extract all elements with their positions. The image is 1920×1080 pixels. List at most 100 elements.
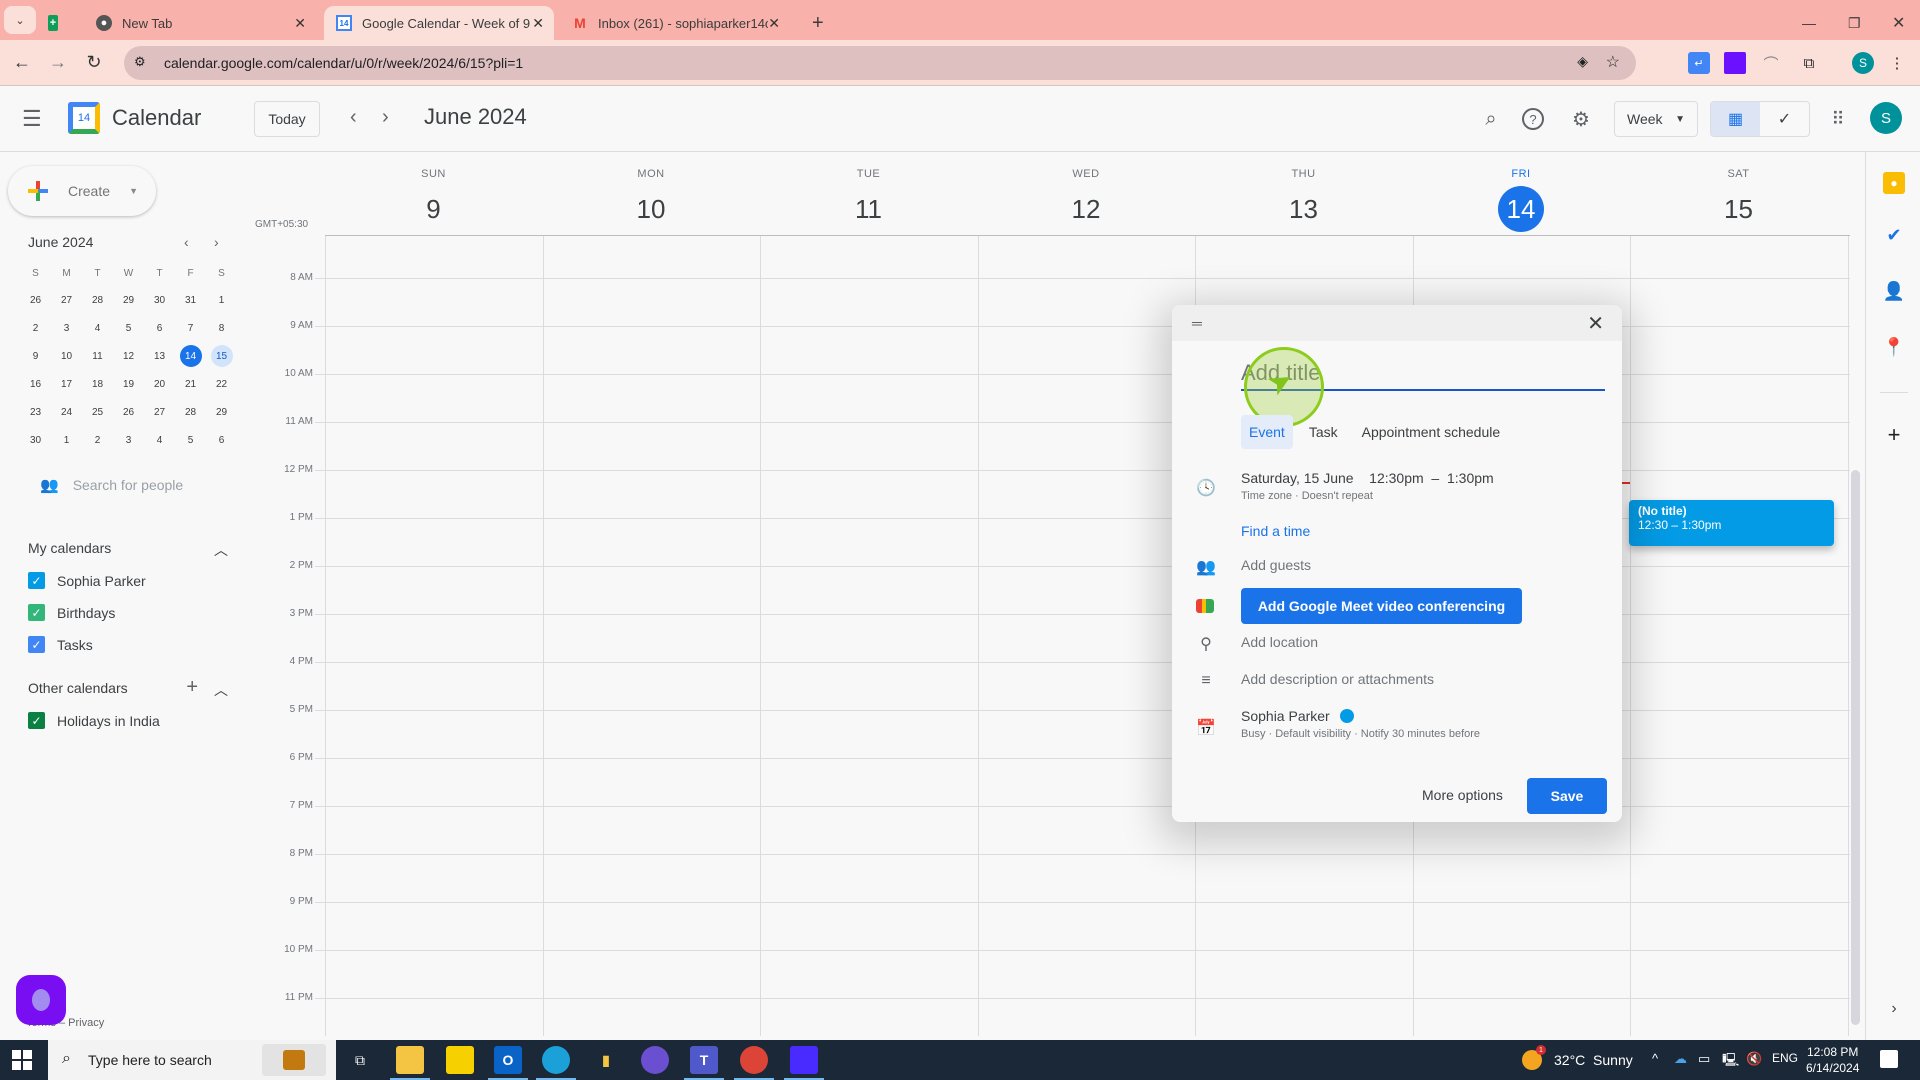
battery-icon[interactable]: ▭ [1698,1051,1710,1067]
search-icon[interactable]: ⌕ [1478,106,1504,132]
sheets-tab[interactable]: + [48,6,68,40]
edge-icon[interactable] [536,1046,576,1080]
mini-day[interactable]: 12 [113,342,144,370]
back-button[interactable]: ← [10,50,34,74]
calendar-item[interactable]: ✓ Sophia Parker [28,572,146,589]
tab-appointment-schedule[interactable]: Appointment schedule [1354,415,1509,449]
close-tab-icon[interactable]: ✕ [294,15,306,32]
copilot-icon[interactable] [641,1046,669,1074]
add-calendar-icon[interactable]: + [186,676,198,699]
extension-2-icon[interactable] [1724,52,1746,74]
minimize-button[interactable]: — [1790,6,1828,40]
calendar-checkbox[interactable]: ✓ [28,572,45,589]
save-button[interactable]: Save [1527,778,1607,814]
day-number[interactable]: 12 [1063,186,1109,232]
mini-day[interactable]: 16 [20,370,51,398]
file-app-icon[interactable]: ▮ [592,1046,620,1074]
calendar-checkbox[interactable]: ✓ [28,604,45,621]
mini-day[interactable]: 26 [20,286,51,314]
hamburger-menu-icon[interactable]: ☰ [22,106,42,132]
today-button[interactable]: Today [254,101,320,137]
day-number[interactable]: 11 [846,186,892,232]
mini-day[interactable]: 1 [51,426,82,454]
taskbar-search-input[interactable]: ⌕ Type here to search [48,1040,336,1080]
other-calendars-header[interactable]: Other calendars + ︿ [28,676,228,698]
drag-handle-icon[interactable]: ═ [1192,315,1202,331]
url-input[interactable]: ⚙ calendar.google.com/calendar/u/0/r/wee… [124,46,1636,80]
weather-widget[interactable]: 1 32°C Sunny [1522,1045,1633,1070]
mini-day[interactable]: 27 [51,286,82,314]
day-header[interactable]: THU 13 [1195,152,1412,232]
day-header[interactable]: SAT 15 [1630,152,1847,232]
apps-grid-icon[interactable]: ⠿ [1825,106,1851,132]
contacts-icon[interactable]: 👤 [1883,280,1905,302]
tab-google-calendar[interactable]: 14 Google Calendar - Week of 9 Ju ✕ [324,6,554,40]
mini-prev-month-icon[interactable]: ‹ [184,234,189,250]
extension-3-icon[interactable]: ⌒ [1760,52,1782,74]
site-info-icon[interactable]: ⚙ [134,54,146,70]
tray-expand-icon[interactable]: ^ [1652,1051,1658,1066]
tab-list-button[interactable]: ⌄ [4,6,36,34]
day-number[interactable]: 10 [628,186,674,232]
mini-day[interactable]: 9 [20,342,51,370]
settings-gear-icon[interactable]: ⚙ [1568,106,1594,132]
grid-scrollbar[interactable] [1851,470,1860,1025]
mini-day[interactable]: 17 [51,370,82,398]
volume-muted-icon[interactable]: 🔇 [1746,1051,1762,1067]
mini-day[interactable]: 30 [144,286,175,314]
tab-gmail-inbox[interactable]: M Inbox (261) - sophiaparker14oc ✕ [560,6,790,40]
view-select[interactable]: Week ▼ [1614,101,1698,137]
extension-1-icon[interactable]: ↵ [1688,52,1710,74]
expand-panel-icon[interactable]: › [1883,998,1905,1020]
mini-day[interactable]: 4 [82,314,113,342]
teams-icon[interactable]: T [684,1046,724,1080]
floating-assistant-button[interactable] [16,975,66,1025]
day-header[interactable]: SUN 9 [325,152,542,232]
keep-icon[interactable]: ● [1883,172,1905,194]
mini-day[interactable]: 29 [113,286,144,314]
close-tab-icon[interactable]: ✕ [532,15,544,32]
tasks-icon[interactable]: ✔ [1883,224,1905,246]
dialog-header[interactable]: ═ ✕ [1172,305,1622,341]
mini-day[interactable]: 1 [206,286,237,314]
taskbar-clock[interactable]: 12:08 PM 6/14/2024 [1806,1044,1859,1076]
day-header[interactable]: FRI 14 [1413,152,1630,232]
bookmark-star-icon[interactable]: ☆ [1606,52,1620,72]
mini-day[interactable]: 25 [82,398,113,426]
outlook-icon[interactable]: O [488,1046,528,1080]
mini-day[interactable]: 31 [175,286,206,314]
next-week-icon[interactable]: › [382,106,389,129]
mini-day[interactable]: 13 [144,342,175,370]
file-explorer-icon[interactable] [390,1046,430,1080]
previous-week-icon[interactable]: ‹ [350,106,357,129]
tab-task[interactable]: Task [1301,415,1346,449]
mini-day[interactable]: 26 [113,398,144,426]
mini-day[interactable]: 28 [82,286,113,314]
close-tab-icon[interactable]: ✕ [768,15,780,32]
mini-day[interactable]: 27 [144,398,175,426]
mini-day[interactable]: 3 [113,426,144,454]
forward-button[interactable]: → [46,50,70,74]
mini-day[interactable]: 7 [175,314,206,342]
mini-day[interactable]: 30 [20,426,51,454]
add-google-meet-button[interactable]: Add Google Meet video conferencing [1241,588,1522,624]
draft-event-chip[interactable]: (No title) 12:30 – 1:30pm [1629,500,1834,546]
mini-day[interactable]: 14 [175,342,206,370]
calendar-item[interactable]: ✓ Birthdays [28,604,115,621]
day-header[interactable]: TUE 11 [760,152,977,232]
my-calendars-header[interactable]: My calendars ︿ [28,540,228,558]
day-header[interactable]: WED 12 [978,152,1195,232]
mini-day[interactable]: 5 [175,426,206,454]
mini-day[interactable]: 23 [20,398,51,426]
restore-button[interactable]: ❐ [1836,6,1873,40]
language-indicator[interactable]: ENG [1772,1051,1798,1065]
add-addon-icon[interactable]: + [1883,422,1905,447]
mini-day[interactable]: 18 [82,370,113,398]
mini-day[interactable]: 29 [206,398,237,426]
calendar-item[interactable]: ✓ Holidays in India [28,712,160,729]
mini-day[interactable]: 28 [175,398,206,426]
task-view-icon[interactable]: ⧉ [346,1046,374,1074]
day-number[interactable]: 9 [411,186,457,232]
mini-day[interactable]: 11 [82,342,113,370]
create-button[interactable]: Create ▼ [8,166,156,216]
